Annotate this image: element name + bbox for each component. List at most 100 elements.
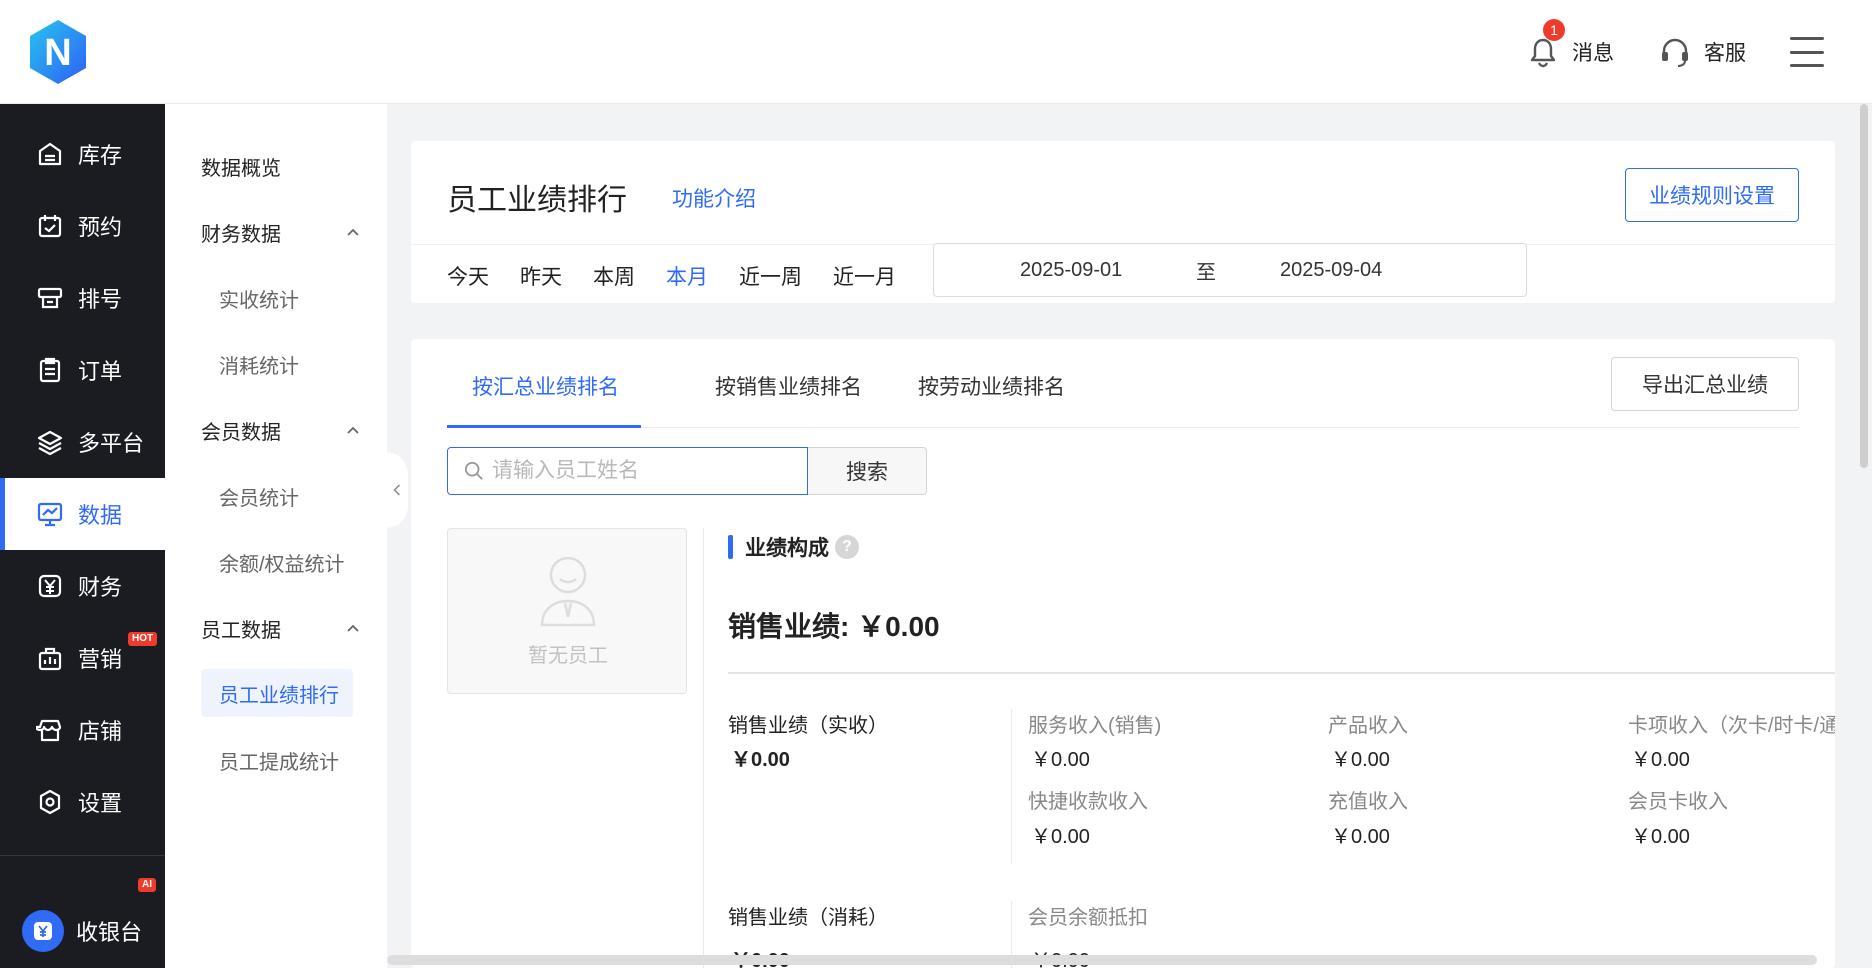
nav-item-store[interactable]: 店铺	[0, 694, 165, 766]
metric-value: ￥0.00	[1331, 826, 1390, 848]
title-accent-bar	[728, 535, 733, 559]
quick-date-this-week[interactable]: 本周	[593, 261, 635, 291]
subnav-group-member[interactable]: 会员数据	[201, 416, 361, 445]
staff-name-input[interactable]	[492, 459, 792, 483]
active-tab-indicator	[447, 425, 641, 428]
vertical-scrollbar[interactable]	[1860, 104, 1868, 468]
nav-label: 预约	[78, 215, 123, 240]
customer-service-button[interactable]: 客服	[1658, 35, 1746, 69]
nav-item-appointment[interactable]: 预约	[0, 190, 165, 262]
metric-value: ￥0.00	[1631, 749, 1690, 771]
queue-ticket-icon	[37, 287, 63, 309]
collapse-sidebar-toggle[interactable]	[386, 452, 408, 528]
metric-value: ￥0.00	[1331, 749, 1390, 771]
subnav-overview[interactable]: 数据概览	[201, 152, 281, 181]
metric-label: 快捷收款收入	[1028, 791, 1148, 813]
subnav-item-balance-stats[interactable]: 余额/权益统计	[219, 548, 345, 577]
tab-labor-performance[interactable]: 按劳动业绩排名	[918, 371, 1065, 401]
metric-value: ￥0.00	[1031, 826, 1090, 848]
header-actions: 1 消息 客服	[1526, 0, 1872, 104]
search-icon	[464, 461, 483, 480]
page-title: 员工业绩排行	[447, 184, 627, 217]
hamburger-menu-icon[interactable]	[1790, 37, 1824, 67]
metric-label: 产品收入	[1328, 715, 1408, 737]
hot-badge: HOT	[128, 632, 158, 646]
top-header: N 1 消息 客服	[0, 0, 1872, 104]
messages-label: 消息	[1572, 42, 1614, 65]
empty-staff-text: 暂无员工	[528, 645, 608, 667]
metric-label: 卡项收入（次卡/时卡/通卡	[1628, 715, 1835, 737]
group-label: 财务数据	[201, 224, 281, 246]
divider	[728, 672, 1835, 674]
metric-value: ￥0.00	[1031, 749, 1090, 771]
subnav-item-received[interactable]: 实收统计	[219, 284, 299, 313]
quick-date-this-month[interactable]: 本月	[666, 261, 708, 291]
quick-date-last-7-days[interactable]: 近一周	[739, 261, 802, 291]
nav-label: 库存	[78, 143, 123, 168]
marketing-icon	[38, 647, 62, 671]
received-value: ￥0.00	[731, 749, 790, 771]
chevron-up-icon	[347, 624, 359, 632]
filter-card: 员工业绩排行 功能介绍 业绩规则设置 今天 昨天 本周 本月 近一周 近一月 2…	[411, 141, 1835, 303]
empty-staff-placeholder: 暂无员工	[447, 528, 687, 694]
nav-item-queue[interactable]: 排号	[0, 262, 165, 334]
app-logo[interactable]: N	[28, 18, 88, 86]
cashier-button[interactable]: 收银台	[22, 910, 142, 952]
range-separator: 至	[1196, 261, 1216, 284]
nav-item-orders[interactable]: 订单	[0, 334, 165, 406]
nav-label: 订单	[78, 359, 123, 384]
subnav-item-staff-ranking[interactable]: 员工业绩排行	[201, 669, 353, 717]
secondary-sidebar: 数据概览 财务数据 实收统计 消耗统计 会员数据 会员统计 余额/权益统计 员工…	[165, 104, 387, 968]
start-date[interactable]: 2025-09-01	[1020, 259, 1122, 282]
nav-item-settings[interactable]: 设置	[0, 766, 165, 838]
export-total-performance-button[interactable]: 导出汇总业绩	[1611, 357, 1799, 411]
help-icon[interactable]: ?	[835, 535, 859, 559]
headset-icon	[1662, 38, 1688, 67]
message-count-badge: 1	[1543, 19, 1565, 41]
ai-badge: AI	[138, 878, 156, 892]
tab-sales-performance[interactable]: 按销售业绩排名	[715, 371, 862, 401]
service-label: 客服	[1704, 42, 1746, 65]
subnav-item-member-stats[interactable]: 会员统计	[219, 482, 299, 511]
column-divider	[1011, 709, 1012, 864]
subnav-item-consumption[interactable]: 消耗统计	[219, 350, 299, 379]
quick-date-last-30-days[interactable]: 近一月	[833, 261, 896, 291]
date-range-picker[interactable]: 2025-09-01 至 2025-09-04	[933, 243, 1527, 297]
subnav-group-staff[interactable]: 员工数据	[201, 614, 361, 643]
nav-label: 多平台	[78, 431, 145, 456]
nav-item-data[interactable]: 数据	[0, 478, 165, 550]
nav-item-inventory[interactable]: 库存	[0, 118, 165, 190]
staff-search: 搜索	[447, 447, 927, 495]
store-icon	[36, 719, 62, 742]
section-title-text: 业绩构成	[745, 537, 829, 560]
quick-date-today[interactable]: 今天	[447, 261, 489, 291]
horizontal-scrollbar[interactable]	[387, 955, 1817, 965]
subnav-group-finance[interactable]: 财务数据	[201, 218, 361, 247]
search-button[interactable]: 搜索	[808, 447, 927, 495]
feature-intro-link[interactable]: 功能介绍	[672, 183, 756, 213]
ranking-tabs: 按汇总业绩排名 按销售业绩排名 按劳动业绩排名	[447, 339, 1799, 428]
nav-label: 财务	[78, 575, 123, 600]
metric-value: ￥0.00	[1631, 826, 1690, 848]
subnav-item-staff-commission[interactable]: 员工提成统计	[219, 746, 339, 775]
nav-label: 排号	[78, 287, 123, 312]
nav-item-multiplatform[interactable]: 多平台	[0, 406, 165, 478]
group-label: 会员数据	[201, 422, 281, 444]
ranking-card: 按汇总业绩排名 按销售业绩排名 按劳动业绩排名 导出汇总业绩 搜索 暂无员工 业…	[411, 339, 1835, 968]
nav-item-finance[interactable]: 财务	[0, 550, 165, 622]
settings-icon	[39, 789, 61, 815]
performance-rule-settings-button[interactable]: 业绩规则设置	[1625, 168, 1799, 222]
chevron-left-icon	[393, 484, 401, 496]
sales-total-value: ￥0.00	[857, 611, 940, 642]
column-divider	[703, 528, 704, 968]
staff-search-field[interactable]	[447, 447, 808, 495]
end-date[interactable]: 2025-09-04	[1280, 259, 1382, 282]
quick-date-filters: 今天 昨天 本周 本月 近一周 近一月	[447, 261, 896, 291]
tab-total-performance[interactable]: 按汇总业绩排名	[472, 371, 619, 401]
section-title: 业绩构成 ?	[728, 532, 859, 562]
svg-text:N: N	[44, 32, 71, 74]
quick-date-yesterday[interactable]: 昨天	[520, 261, 562, 291]
messages-button[interactable]: 1 消息	[1526, 19, 1614, 69]
consumed-label: 销售业绩（消耗）	[728, 907, 888, 929]
metric-label: 充值收入	[1328, 791, 1408, 813]
